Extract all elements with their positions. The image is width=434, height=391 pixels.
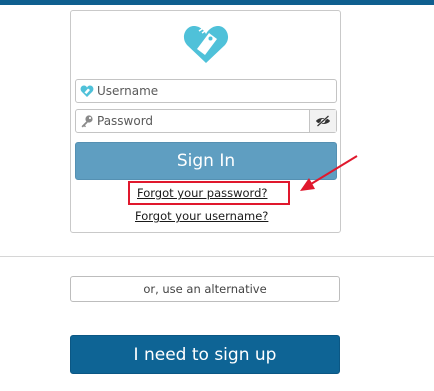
top-bar [0, 0, 434, 5]
heart-icon [80, 85, 94, 97]
username-field[interactable] [75, 79, 337, 103]
alternative-login-button[interactable]: or, use an alternative [70, 276, 340, 302]
sign-in-button[interactable]: Sign In [75, 142, 337, 180]
username-input[interactable] [97, 80, 307, 102]
show-password-toggle[interactable] [309, 110, 336, 132]
key-icon [81, 115, 93, 128]
eye-slash-icon [316, 115, 330, 127]
password-field[interactable] [75, 109, 337, 133]
heart-tag-logo-icon [183, 25, 229, 64]
forgot-username-link[interactable]: Forgot your username? [135, 209, 268, 223]
sign-up-button[interactable]: I need to sign up [70, 335, 340, 374]
password-input[interactable] [97, 110, 307, 132]
annotation-highlight-box [128, 181, 290, 205]
section-divider [0, 256, 434, 257]
